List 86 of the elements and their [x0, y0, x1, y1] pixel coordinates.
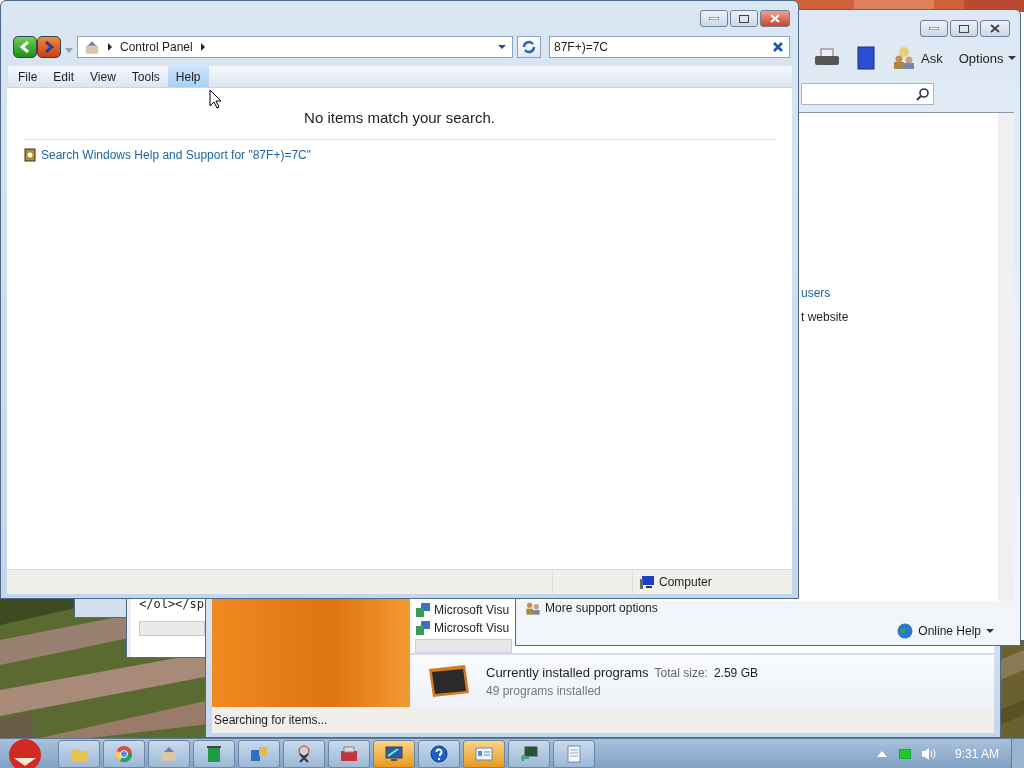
- minimize-button[interactable]: [920, 20, 948, 37]
- book-icon[interactable]: [856, 46, 876, 70]
- programs-title: Currently installed programs: [486, 664, 649, 680]
- close-button[interactable]: [760, 10, 790, 27]
- taskbar-button[interactable]: [283, 740, 325, 768]
- globe-icon: [897, 623, 914, 639]
- taskbar-button[interactable]: [193, 740, 235, 768]
- browser-icon: [115, 745, 133, 763]
- caret-icon: [986, 629, 994, 633]
- help-text: t website: [801, 310, 849, 324]
- notepad-icon: [567, 745, 581, 763]
- scrollbar[interactable]: [998, 113, 1014, 601]
- drive-icon: [426, 663, 470, 699]
- recycle-bin-icon: [207, 745, 221, 763]
- control-panel-icon: [160, 746, 178, 762]
- folder-icon: [70, 746, 88, 762]
- size-label: Total size:: [654, 665, 708, 680]
- search-icon[interactable]: [916, 87, 929, 101]
- volume-icon[interactable]: [920, 747, 937, 761]
- printer-icon[interactable]: [814, 48, 840, 68]
- close-icon: [770, 14, 780, 23]
- taskbar-button[interactable]: [328, 740, 370, 768]
- list-item[interactable]: Microsoft Visu: [415, 619, 510, 638]
- status-location: Computer: [632, 570, 792, 594]
- network-icon: [520, 746, 538, 762]
- refresh-button[interactable]: [517, 36, 541, 58]
- menu-item[interactable]: Edit: [45, 66, 83, 87]
- toolbox-icon: [340, 746, 358, 762]
- installer-icon: [415, 602, 431, 619]
- show-desktop-button[interactable]: [1011, 739, 1024, 768]
- control-panel-icon: [84, 39, 100, 55]
- help-link[interactable]: users: [801, 286, 831, 300]
- more-support-link[interactable]: More support options: [545, 601, 658, 615]
- installer-icon: [415, 620, 431, 637]
- clear-icon[interactable]: [773, 42, 783, 52]
- size-value: 2.59 GB: [713, 665, 758, 680]
- taskbar-button[interactable]: [463, 740, 505, 768]
- taskbar-button[interactable]: [418, 740, 460, 768]
- help-link[interactable]: Search Windows Help and Support for "87F+)=7C": [23, 148, 311, 162]
- maximize-icon: [739, 14, 749, 23]
- forward-button[interactable]: [37, 36, 61, 58]
- taskbar-button[interactable]: [553, 740, 595, 768]
- card-icon: [475, 747, 493, 761]
- taskbar-button[interactable]: [508, 740, 550, 768]
- maximize-icon: [959, 24, 969, 33]
- back-button[interactable]: [13, 36, 37, 58]
- minimize-button[interactable]: [700, 10, 728, 27]
- maximize-button[interactable]: [950, 20, 978, 37]
- horizontal-scrollbar[interactable]: [415, 638, 512, 653]
- computer-icon: [639, 575, 655, 589]
- empty-message: No items match your search.: [23, 109, 776, 140]
- taskbar-button[interactable]: [373, 740, 415, 768]
- program-count: 49 programs installed: [486, 683, 602, 698]
- menu-item[interactable]: Tools: [123, 66, 168, 87]
- help-icon: [430, 745, 448, 763]
- horizontal-scrollbar[interactable]: [139, 621, 205, 636]
- caret-icon: [200, 43, 205, 51]
- ask-button[interactable]: Ask: [892, 46, 943, 70]
- code-line: </ol></sp: [138, 596, 205, 611]
- taskbar-button[interactable]: [103, 740, 145, 768]
- close-button[interactable]: [980, 20, 1010, 37]
- online-help-button[interactable]: Online Help: [897, 623, 994, 639]
- search-field[interactable]: 87F+)=7C: [549, 36, 790, 58]
- show-hidden-icons[interactable]: [876, 751, 887, 757]
- menu-item[interactable]: Help: [167, 66, 209, 87]
- options-button[interactable]: Options: [958, 50, 1017, 66]
- minimize-icon: [709, 17, 719, 20]
- menu-item[interactable]: File: [8, 66, 46, 87]
- minimize-icon: [929, 27, 939, 30]
- caret-icon: [1008, 56, 1017, 60]
- breadcrumb[interactable]: Control Panel: [120, 40, 193, 54]
- caret-icon: [108, 43, 112, 51]
- dropdown-icon: [498, 45, 506, 49]
- address-bar[interactable]: Control Panel: [77, 36, 513, 58]
- monitor-icon: [385, 746, 403, 762]
- window-icon: [250, 746, 268, 762]
- taskbar-button[interactable]: [238, 740, 280, 768]
- maximize-button[interactable]: [730, 10, 758, 27]
- status-text: Searching for items...: [214, 713, 328, 727]
- close-icon: [990, 24, 1000, 33]
- menu-item[interactable]: View: [82, 66, 124, 87]
- help-book-icon: [23, 148, 37, 162]
- list-item[interactable]: Microsoft Visu: [415, 601, 510, 620]
- people-icon: [525, 600, 541, 616]
- people-icon: [892, 46, 916, 70]
- help-search-field[interactable]: [801, 83, 934, 105]
